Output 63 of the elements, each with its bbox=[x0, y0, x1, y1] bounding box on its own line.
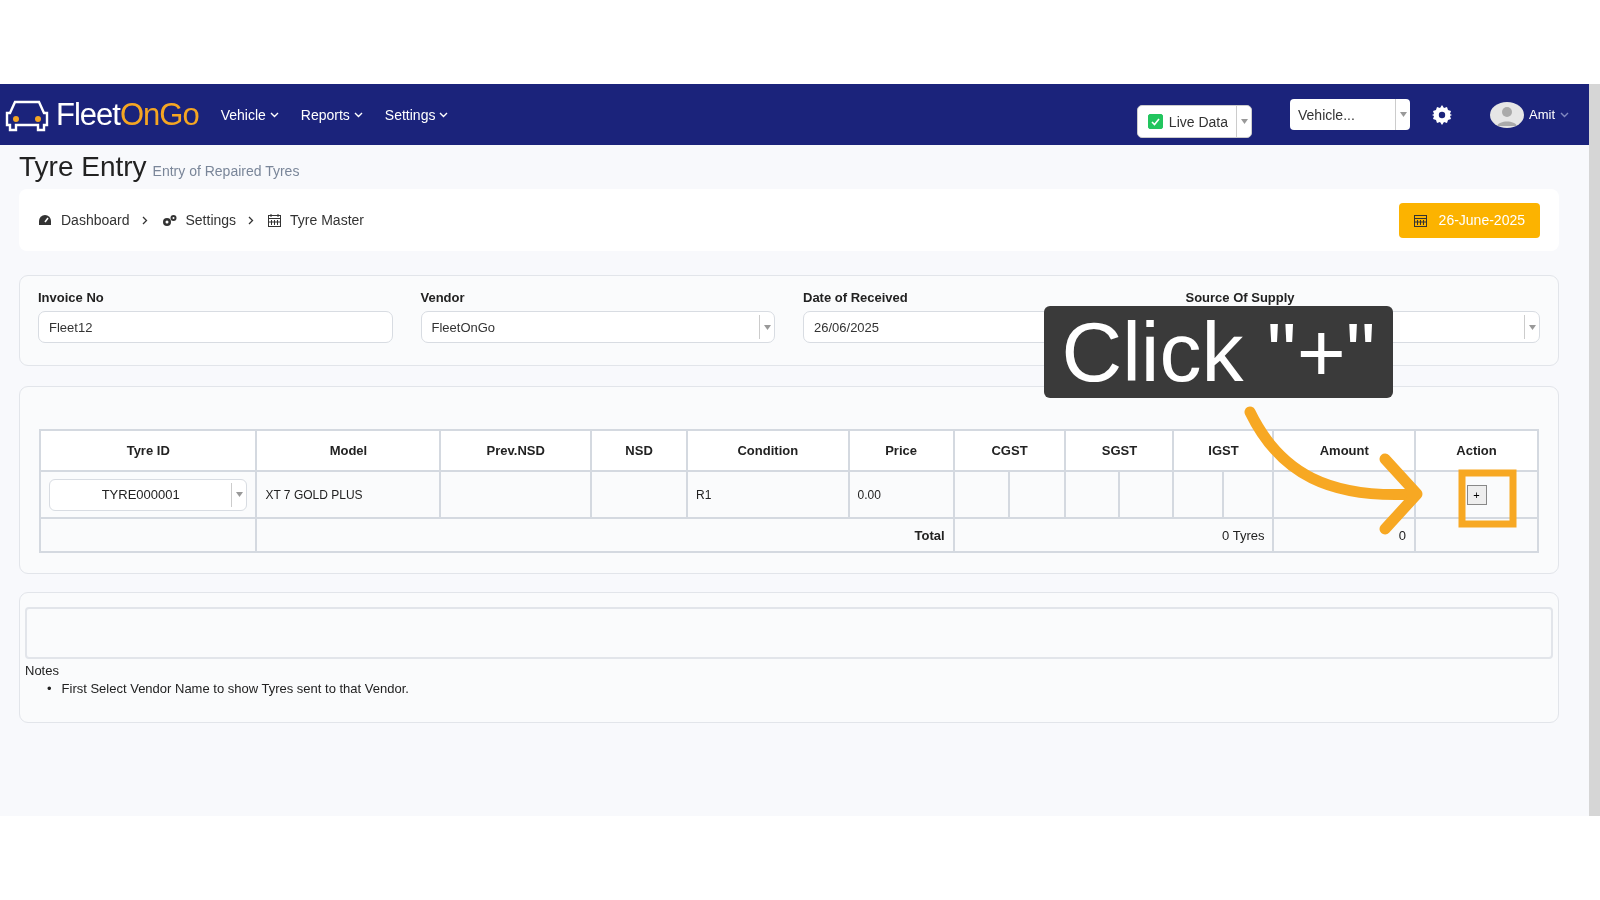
vehicle-select[interactable]: Vehicle... bbox=[1290, 99, 1410, 130]
calendar-icon bbox=[268, 213, 282, 227]
caret-icon bbox=[1240, 119, 1248, 124]
nav-menu-item[interactable]: Reports bbox=[300, 106, 363, 123]
checkbox[interactable] bbox=[1147, 114, 1163, 129]
total-amount: 0 bbox=[1273, 518, 1416, 552]
breadcrumb-link[interactable]: Dashboard bbox=[38, 212, 130, 228]
tyre-id-select[interactable]: TYRE000001 bbox=[49, 478, 248, 511]
field-label: Source Of Supply bbox=[1185, 290, 1295, 305]
chevron-down-icon bbox=[353, 111, 363, 118]
nav-menu-item[interactable]: Vehicle bbox=[220, 106, 279, 123]
table-cell: R1 bbox=[687, 471, 849, 518]
column-header: Action bbox=[1415, 430, 1538, 471]
chevron-down-icon bbox=[1560, 111, 1569, 118]
gears-icon bbox=[161, 213, 177, 227]
column-header: Model bbox=[256, 430, 441, 471]
input-field[interactable]: Fleet12 bbox=[38, 311, 393, 343]
settings-icon[interactable] bbox=[1432, 104, 1452, 125]
caret-icon bbox=[235, 492, 243, 497]
live-data-toggle[interactable]: Live Data bbox=[1136, 105, 1252, 138]
column-header: Prev.NSD bbox=[440, 430, 592, 471]
caret-icon bbox=[1528, 324, 1536, 330]
scrollbar[interactable] bbox=[1589, 84, 1600, 816]
checkmark-icon bbox=[1150, 117, 1160, 126]
breadcrumb-link[interactable]: Settings bbox=[161, 212, 237, 228]
caret-icon bbox=[763, 324, 771, 330]
field-label: Invoice No bbox=[38, 290, 104, 305]
column-header: Price bbox=[848, 430, 954, 471]
chevron-down-icon bbox=[269, 111, 279, 118]
note-item: First Select Vendor Name to show Tyres sent to that Vendor. bbox=[61, 680, 409, 698]
column-header: Tyre ID bbox=[40, 430, 257, 471]
chevron-right-icon bbox=[141, 215, 148, 225]
column-header: CGST bbox=[953, 430, 1066, 471]
breadcrumb-link[interactable]: Tyre Master bbox=[268, 212, 364, 228]
user-name[interactable]: Amit bbox=[1529, 107, 1555, 122]
brand-logo: FleetOnGo bbox=[56, 96, 199, 133]
field-label: Vendor bbox=[420, 290, 465, 305]
notes-textarea[interactable] bbox=[25, 607, 1553, 659]
table-cell: 0.00 bbox=[848, 471, 954, 518]
total-count: 0 Tyres bbox=[953, 518, 1274, 552]
gauge-icon bbox=[38, 214, 52, 226]
page-title: Tyre Entry bbox=[19, 151, 147, 183]
notes-title: Notes bbox=[25, 663, 60, 678]
calendar-icon bbox=[1413, 213, 1427, 227]
column-header: Condition bbox=[687, 430, 849, 471]
column-header: IGST bbox=[1173, 430, 1274, 471]
caret-icon bbox=[1399, 112, 1407, 117]
column-header: SGST bbox=[1065, 430, 1174, 471]
avatar-icon[interactable] bbox=[1490, 101, 1524, 128]
highlight-frame bbox=[1458, 469, 1517, 528]
nav-menu-item[interactable]: Settings bbox=[384, 106, 449, 123]
instruction-tooltip: Click "+" bbox=[1044, 306, 1393, 398]
add-row-button[interactable]: + bbox=[1466, 484, 1487, 505]
chevron-down-icon bbox=[439, 111, 449, 118]
select-field[interactable]: FleetOnGo bbox=[420, 311, 775, 343]
chevron-right-icon bbox=[248, 215, 255, 225]
live-data-label: Live Data bbox=[1168, 113, 1228, 130]
bullet-marker: • bbox=[47, 680, 52, 698]
table-cell: XT 7 GOLD PLUS bbox=[256, 471, 441, 518]
field-label: Date of Received bbox=[803, 290, 908, 305]
page-subtitle: Entry of Repaired Tyres bbox=[152, 163, 300, 179]
total-label: Total bbox=[256, 518, 954, 552]
column-header: NSD bbox=[591, 430, 688, 471]
